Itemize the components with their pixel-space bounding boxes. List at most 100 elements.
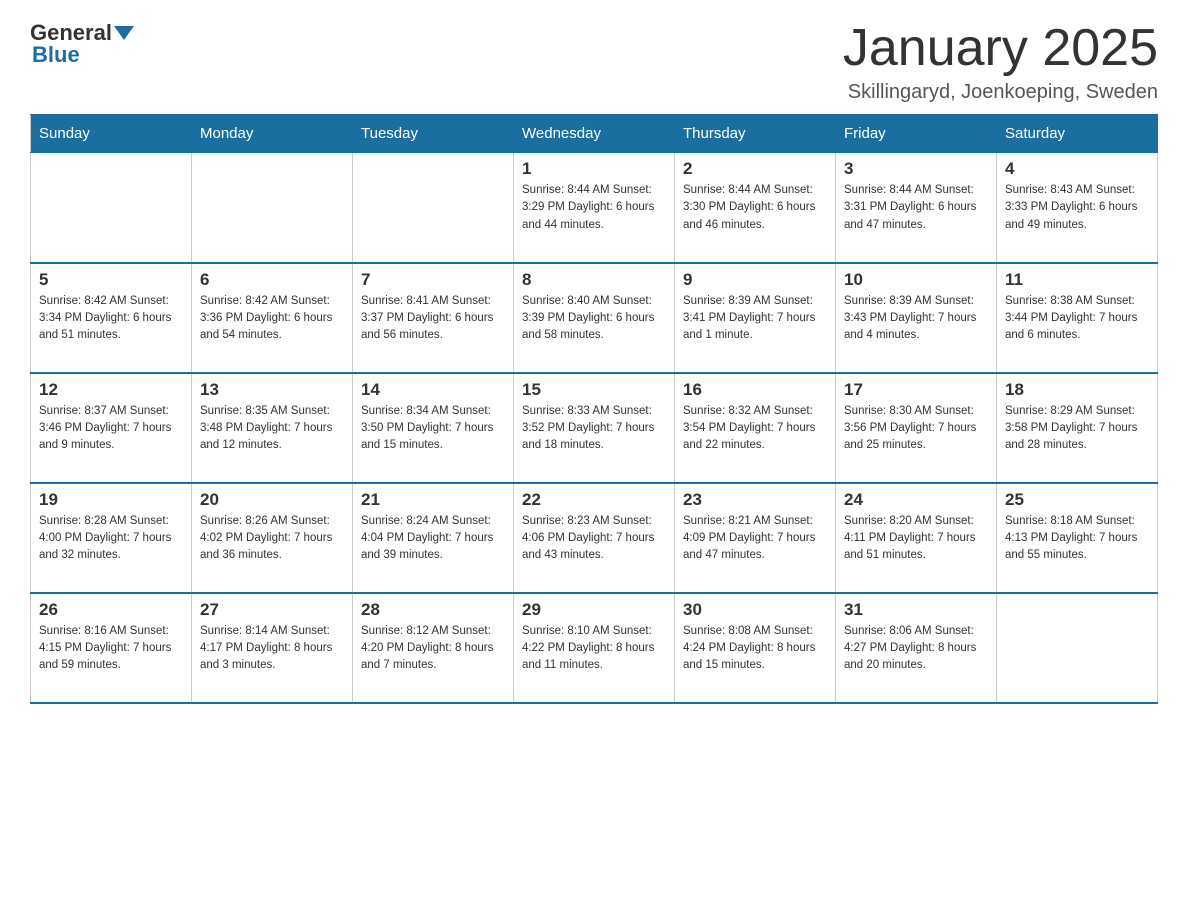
day-number-4: 4 [1005,159,1149,179]
day-info-13: Sunrise: 8:35 AM Sunset: 3:48 PM Dayligh… [200,403,344,455]
day-cell-11: 11 Sunrise: 8:38 AM Sunset: 3:44 PM Dayli… [997,263,1158,373]
day-number-27: 27 [200,600,344,620]
col-header-friday: Friday [836,115,997,153]
day-number-12: 12 [39,380,183,400]
day-info-28: Sunrise: 8:12 AM Sunset: 4:20 PM Dayligh… [361,623,505,675]
day-info-6: Sunrise: 8:42 AM Sunset: 3:36 PM Dayligh… [200,293,344,345]
day-number-11: 11 [1005,270,1149,290]
day-cell-21: 21 Sunrise: 8:24 AM Sunset: 4:04 PM Dayli… [353,483,514,593]
day-cell-6: 6 Sunrise: 8:42 AM Sunset: 3:36 PM Daylig… [192,263,353,373]
day-cell-1: 1 Sunrise: 8:44 AM Sunset: 3:29 PM Daylig… [514,153,675,263]
page-header: General Blue January 2025 Skillingaryd, … [30,20,1158,104]
day-cell-31: 31 Sunrise: 8:06 AM Sunset: 4:27 PM Dayli… [836,593,997,703]
day-cell-22: 22 Sunrise: 8:23 AM Sunset: 4:06 PM Dayli… [514,483,675,593]
day-cell-8: 8 Sunrise: 8:40 AM Sunset: 3:39 PM Daylig… [514,263,675,373]
day-cell-26: 26Sunrise: 8:16 AM Sunset: 4:15 PM Dayli… [31,593,192,703]
day-cell-16: 16 Sunrise: 8:32 AM Sunset: 3:54 PM Dayli… [675,373,836,483]
week-row-3: 12 Sunrise: 8:37 AM Sunset: 3:46 PM Dayli… [31,373,1158,483]
day-cell-5: 5Sunrise: 8:42 AM Sunset: 3:34 PM Daylig… [31,263,192,373]
day-number-25: 25 [1005,490,1149,510]
col-header-saturday: Saturday [997,115,1158,153]
location-title: Skillingaryd, Joenkoeping, Sweden [843,81,1158,104]
week-row-2: 5Sunrise: 8:42 AM Sunset: 3:34 PM Daylig… [31,263,1158,373]
day-cell-23: 23 Sunrise: 8:21 AM Sunset: 4:09 PM Dayli… [675,483,836,593]
day-info-2: Sunrise: 8:44 AM Sunset: 3:30 PM Dayligh… [683,182,827,234]
day-cell-15: 15 Sunrise: 8:33 AM Sunset: 3:52 PM Dayli… [514,373,675,483]
day-number-10: 10 [844,270,988,290]
day-number-5: 5 [39,270,183,290]
empty-cell [997,593,1158,703]
day-cell-7: 7Sunrise: 8:41 AM Sunset: 3:37 PM Daylig… [353,263,514,373]
day-number-29: 29 [522,600,666,620]
day-cell-17: 17 Sunrise: 8:30 AM Sunset: 3:56 PM Dayli… [836,373,997,483]
day-number-3: 3 [844,159,988,179]
day-number-31: 31 [844,600,988,620]
day-number-16: 16 [683,380,827,400]
day-number-28: 28 [361,600,505,620]
day-cell-13: 13 Sunrise: 8:35 AM Sunset: 3:48 PM Dayli… [192,373,353,483]
day-info-4: Sunrise: 8:43 AM Sunset: 3:33 PM Dayligh… [1005,182,1149,234]
day-info-31: Sunrise: 8:06 AM Sunset: 4:27 PM Dayligh… [844,623,988,675]
day-info-9: Sunrise: 8:39 AM Sunset: 3:41 PM Dayligh… [683,293,827,345]
day-number-20: 20 [200,490,344,510]
day-info-17: Sunrise: 8:30 AM Sunset: 3:56 PM Dayligh… [844,403,988,455]
logo: General Blue [30,20,136,68]
day-info-27: Sunrise: 8:14 AM Sunset: 4:17 PM Dayligh… [200,623,344,675]
day-info-23: Sunrise: 8:21 AM Sunset: 4:09 PM Dayligh… [683,513,827,565]
day-info-11: Sunrise: 8:38 AM Sunset: 3:44 PM Dayligh… [1005,293,1149,345]
day-number-17: 17 [844,380,988,400]
calendar-table: SundayMondayTuesdayWednesdayThursdayFrid… [30,114,1158,704]
day-number-15: 15 [522,380,666,400]
day-info-16: Sunrise: 8:32 AM Sunset: 3:54 PM Dayligh… [683,403,827,455]
week-row-5: 26Sunrise: 8:16 AM Sunset: 4:15 PM Dayli… [31,593,1158,703]
day-number-9: 9 [683,270,827,290]
day-info-25: Sunrise: 8:18 AM Sunset: 4:13 PM Dayligh… [1005,513,1149,565]
day-number-23: 23 [683,490,827,510]
day-cell-29: 29 Sunrise: 8:10 AM Sunset: 4:22 PM Dayli… [514,593,675,703]
day-info-10: Sunrise: 8:39 AM Sunset: 3:43 PM Dayligh… [844,293,988,345]
day-cell-4: 4 Sunrise: 8:43 AM Sunset: 3:33 PM Daylig… [997,153,1158,263]
day-info-21: Sunrise: 8:24 AM Sunset: 4:04 PM Dayligh… [361,513,505,565]
week-row-4: 19Sunrise: 8:28 AM Sunset: 4:00 PM Dayli… [31,483,1158,593]
day-number-19: 19 [39,490,183,510]
day-cell-20: 20 Sunrise: 8:26 AM Sunset: 4:02 PM Dayli… [192,483,353,593]
day-number-26: 26 [39,600,183,620]
day-info-30: Sunrise: 8:08 AM Sunset: 4:24 PM Dayligh… [683,623,827,675]
col-header-wednesday: Wednesday [514,115,675,153]
day-info-15: Sunrise: 8:33 AM Sunset: 3:52 PM Dayligh… [522,403,666,455]
day-number-21: 21 [361,490,505,510]
month-title: January 2025 [843,20,1158,77]
day-info-29: Sunrise: 8:10 AM Sunset: 4:22 PM Dayligh… [522,623,666,675]
day-cell-30: 30 Sunrise: 8:08 AM Sunset: 4:24 PM Dayli… [675,593,836,703]
empty-cell [31,153,192,263]
day-cell-9: 9 Sunrise: 8:39 AM Sunset: 3:41 PM Daylig… [675,263,836,373]
day-cell-3: 3 Sunrise: 8:44 AM Sunset: 3:31 PM Daylig… [836,153,997,263]
day-number-24: 24 [844,490,988,510]
day-cell-14: 14Sunrise: 8:34 AM Sunset: 3:50 PM Dayli… [353,373,514,483]
day-number-18: 18 [1005,380,1149,400]
day-info-12: Sunrise: 8:37 AM Sunset: 3:46 PM Dayligh… [39,403,183,455]
day-cell-12: 12 Sunrise: 8:37 AM Sunset: 3:46 PM Dayli… [31,373,192,483]
day-number-30: 30 [683,600,827,620]
day-number-13: 13 [200,380,344,400]
day-cell-2: 2Sunrise: 8:44 AM Sunset: 3:30 PM Daylig… [675,153,836,263]
day-info-1: Sunrise: 8:44 AM Sunset: 3:29 PM Dayligh… [522,182,666,234]
col-header-monday: Monday [192,115,353,153]
day-cell-24: 24Sunrise: 8:20 AM Sunset: 4:11 PM Dayli… [836,483,997,593]
col-header-tuesday: Tuesday [353,115,514,153]
day-info-22: Sunrise: 8:23 AM Sunset: 4:06 PM Dayligh… [522,513,666,565]
day-number-1: 1 [522,159,666,179]
col-header-sunday: Sunday [31,115,192,153]
day-number-8: 8 [522,270,666,290]
day-info-3: Sunrise: 8:44 AM Sunset: 3:31 PM Dayligh… [844,182,988,234]
day-number-22: 22 [522,490,666,510]
day-info-18: Sunrise: 8:29 AM Sunset: 3:58 PM Dayligh… [1005,403,1149,455]
day-number-6: 6 [200,270,344,290]
day-info-8: Sunrise: 8:40 AM Sunset: 3:39 PM Dayligh… [522,293,666,345]
day-info-20: Sunrise: 8:26 AM Sunset: 4:02 PM Dayligh… [200,513,344,565]
empty-cell [192,153,353,263]
title-area: January 2025 Skillingaryd, Joenkoeping, … [843,20,1158,104]
col-header-thursday: Thursday [675,115,836,153]
empty-cell [353,153,514,263]
logo-arrow-icon [114,26,134,40]
